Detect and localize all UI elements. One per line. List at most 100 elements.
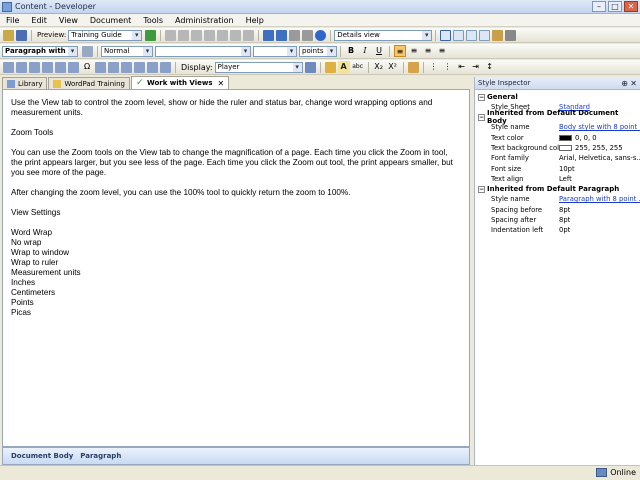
go-icon[interactable] [145,29,157,41]
paragraph[interactable]: Centimeters [11,288,461,298]
paragraph[interactable]: Points [11,298,461,308]
format-select[interactable]: Normal [101,45,153,57]
menu-file[interactable]: File [0,16,25,25]
collapse-icon[interactable]: − [478,185,485,193]
list-view-icon[interactable] [466,29,478,41]
property-link[interactable]: Body style with 8 point ... [559,123,640,131]
grid-view-icon[interactable] [479,29,491,41]
eraser-icon[interactable] [407,61,419,73]
close-tab-icon[interactable]: ✕ [218,79,225,88]
paragraph[interactable]: Zoom Tools [11,128,461,138]
maximize-button[interactable]: □ [608,1,622,12]
paragraph[interactable]: Wrap to window [11,248,461,258]
redo-icon[interactable] [276,29,288,41]
help-icon[interactable] [315,29,327,41]
split-view-icon[interactable] [453,29,465,41]
menu-document[interactable]: Document [84,16,137,25]
display-select[interactable]: Player [214,61,303,73]
menu-view[interactable]: View [53,16,84,25]
delete-icon[interactable] [204,29,216,41]
inspector-group-para[interactable]: − Inherited from Default Paragraph [475,184,640,194]
properties-icon[interactable] [505,29,517,41]
blank-line[interactable] [11,178,461,188]
numbered-list-button[interactable]: ⋮ [428,61,440,73]
menu-administration[interactable]: Administration [169,16,240,25]
subscript-button[interactable]: X₂ [373,61,385,73]
spacing-button[interactable]: ↕ [484,61,496,73]
indent-button[interactable]: ⇥ [470,61,482,73]
menu-help[interactable]: Help [240,16,270,25]
paragraph[interactable]: After changing the zoom level, you can u… [11,188,461,198]
style-icon[interactable] [82,45,93,57]
collapse-icon[interactable]: − [478,93,485,101]
paragraph[interactable]: View Settings [11,208,461,218]
paragraph-style-select[interactable]: Paragraph with 8 poin [2,45,78,57]
path-paragraph[interactable]: Paragraph [80,452,121,460]
outdent-button[interactable]: ⇤ [456,61,468,73]
preview-select[interactable]: Training Guide [68,29,143,41]
align-center-button[interactable]: ≡ [408,45,420,57]
calendar-icon[interactable] [147,61,158,73]
paragraph[interactable]: You can use the Zoom tools on the View t… [11,148,461,178]
save-icon[interactable] [16,29,27,41]
hyperlink-icon[interactable] [16,61,27,73]
blank-line[interactable] [11,118,461,128]
media-icon[interactable] [108,61,119,73]
link-icon[interactable] [243,29,255,41]
paragraph[interactable]: Use the View tab to control the zoom lev… [11,98,461,118]
table-icon[interactable] [42,61,53,73]
template-icon[interactable] [134,61,145,73]
superscript-button[interactable]: X² [387,61,399,73]
align-right-button[interactable]: ≡ [422,45,434,57]
blank-line[interactable] [11,138,461,148]
zoom-icon[interactable] [160,61,171,73]
paragraph[interactable]: Wrap to ruler [11,258,461,268]
blank-line[interactable] [11,198,461,208]
display-options-icon[interactable] [304,61,316,73]
paragraph[interactable]: Inches [11,278,461,288]
view-select[interactable]: Details view [334,29,433,41]
inspector-group-general[interactable]: − General [475,92,640,102]
font-color-icon[interactable]: A [337,61,350,73]
menu-edit[interactable]: Edit [25,16,53,25]
justify-button[interactable]: ≡ [436,45,448,57]
document-editor[interactable]: Use the View tab to control the zoom lev… [2,89,470,447]
field-icon[interactable] [95,61,106,73]
columns-icon[interactable] [68,61,79,73]
blank-line[interactable] [11,218,461,228]
details-view-icon[interactable] [440,29,452,41]
close-panel-icon[interactable]: ✕ [630,79,637,88]
symbol-icon[interactable]: Ω [81,61,93,73]
inspector-group-body[interactable]: − Inherited from Default Document Body [475,109,640,125]
paragraph[interactable]: Word Wrap [11,228,461,238]
unit-select[interactable]: points [299,45,337,57]
highlight-icon[interactable] [324,61,336,73]
align-left-button[interactable]: ≡ [394,45,406,57]
line-icon[interactable] [55,61,66,73]
clear-icon[interactable] [217,29,229,41]
image-icon[interactable] [3,61,14,73]
paste-icon[interactable] [191,29,203,41]
paragraph[interactable]: No wrap [11,238,461,248]
replace-icon[interactable] [302,29,314,41]
object-icon[interactable] [121,61,132,73]
copy-icon[interactable] [178,29,190,41]
open-icon[interactable] [3,29,14,41]
tab-library[interactable]: Library [2,77,48,89]
path-document-body[interactable]: Document Body [11,452,73,460]
pin-icon[interactable]: ⊕ [621,79,628,88]
tab-work-with-views[interactable]: ✓ Work with Views ✕ [130,76,230,89]
underline-button[interactable]: U [373,45,385,57]
tab-wordpad-training[interactable]: WordPad Training [48,77,130,89]
font-size-select[interactable] [253,45,297,57]
font-select[interactable] [155,45,251,57]
find-icon[interactable] [289,29,301,41]
bullet-list-button[interactable]: ⋮ [442,61,454,73]
undo-icon[interactable] [263,29,275,41]
workflow-icon[interactable] [492,29,504,41]
bold-button[interactable]: B [345,45,357,57]
close-button[interactable]: ✕ [624,1,638,12]
bookmark-icon[interactable] [29,61,40,73]
menu-tools[interactable]: Tools [137,16,169,25]
paragraph[interactable]: Measurement units [11,268,461,278]
